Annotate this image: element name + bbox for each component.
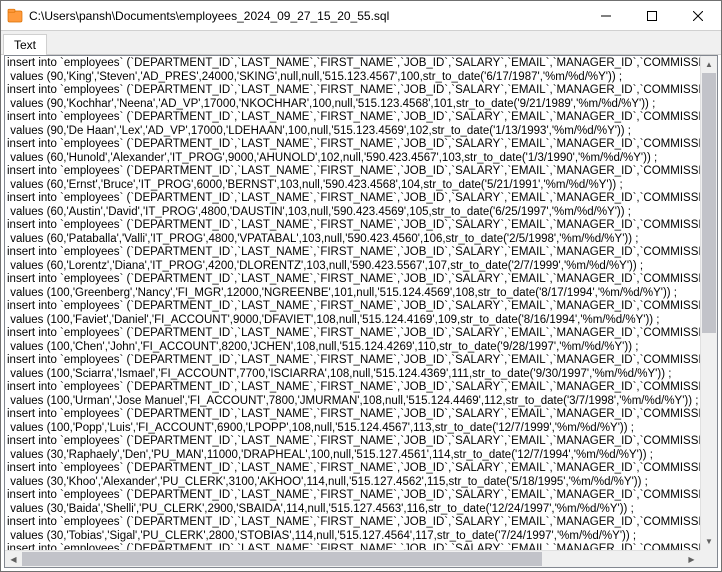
text-line[interactable]: insert into `employees` (`DEPARTMENT_ID`… [7,219,715,233]
text-line[interactable]: values (30,'Raphaely','Den','PU_MAN',110… [7,449,715,463]
text-line[interactable]: insert into `employees` (`DEPARTMENT_ID`… [7,435,715,449]
window-title: C:\Users\pansh\Documents\employees_2024_… [29,9,583,23]
text-line[interactable]: insert into `employees` (`DEPARTMENT_ID`… [7,516,715,530]
text-line[interactable]: values (100,'Urman','Jose Manuel','FI_AC… [7,395,715,409]
horizontal-scroll-thumb[interactable] [22,552,542,566]
text-line[interactable]: insert into `employees` (`DEPARTMENT_ID`… [7,165,715,179]
text-line[interactable]: insert into `employees` (`DEPARTMENT_ID`… [7,381,715,395]
text-line[interactable]: insert into `employees` (`DEPARTMENT_ID`… [7,84,715,98]
vertical-scrollbar[interactable]: ▲ ▼ [700,56,717,550]
vertical-scroll-thumb[interactable] [702,73,716,333]
text-line[interactable]: insert into `employees` (`DEPARTMENT_ID`… [7,354,715,368]
text-line[interactable]: values (60,'Pataballa','Valli','IT_PROG'… [7,233,715,247]
scroll-down-arrow-icon[interactable]: ▼ [701,533,717,550]
text-line[interactable]: values (90,'De Haan','Lex','AD_VP',17000… [7,125,715,139]
horizontal-scrollbar[interactable]: ◀ ▶ [5,550,700,567]
text-line[interactable]: insert into `employees` (`DEPARTMENT_ID`… [7,246,715,260]
text-line[interactable]: insert into `employees` (`DEPARTMENT_ID`… [7,300,715,314]
text-line[interactable]: insert into `employees` (`DEPARTMENT_ID`… [7,273,715,287]
close-button[interactable] [675,1,721,30]
text-line[interactable]: values (60,'Hunold','Alexander','IT_PROG… [7,152,715,166]
minimize-button[interactable] [583,1,629,30]
text-line[interactable]: values (100,'Popp','Luis','FI_ACCOUNT',6… [7,422,715,436]
text-line[interactable]: insert into `employees` (`DEPARTMENT_ID`… [7,192,715,206]
app-icon [7,8,23,24]
maximize-button[interactable] [629,1,675,30]
text-line[interactable]: insert into `employees` (`DEPARTMENT_ID`… [7,111,715,125]
text-line[interactable]: values (60,'Austin','David','IT_PROG',48… [7,206,715,220]
text-line[interactable]: values (30,'Khoo','Alexander','PU_CLERK'… [7,476,715,490]
scrollbar-corner [700,550,717,567]
tab-text[interactable]: Text [3,34,47,55]
text-line[interactable]: values (30,'Baida','Shelli','PU_CLERK',2… [7,503,715,517]
text-line[interactable]: values (90,'Kochhar','Neena','AD_VP',170… [7,98,715,112]
content-area: insert into `employees` (`DEPARTMENT_ID`… [4,55,718,568]
scroll-up-arrow-icon[interactable]: ▲ [701,56,717,73]
text-line[interactable]: values (30,'Tobias','Sigal','PU_CLERK',2… [7,530,715,544]
scroll-left-arrow-icon[interactable]: ◀ [5,551,22,567]
text-content[interactable]: insert into `employees` (`DEPARTMENT_ID`… [5,56,717,550]
title-bar[interactable]: C:\Users\pansh\Documents\employees_2024_… [1,1,721,31]
text-line[interactable]: insert into `employees` (`DEPARTMENT_ID`… [7,57,715,71]
text-line[interactable]: insert into `employees` (`DEPARTMENT_ID`… [7,138,715,152]
text-line[interactable]: values (60,'Ernst','Bruce','IT_PROG',600… [7,179,715,193]
text-line[interactable]: insert into `employees` (`DEPARTMENT_ID`… [7,489,715,503]
text-line[interactable]: values (100,'Faviet','Daniel','FI_ACCOUN… [7,314,715,328]
text-line[interactable]: values (60,'Lorentz','Diana','IT_PROG',4… [7,260,715,274]
text-line[interactable]: values (100,'Greenberg','Nancy','FI_MGR'… [7,287,715,301]
text-line[interactable]: values (90,'King','Steven','AD_PRES',240… [7,71,715,85]
scroll-right-arrow-icon[interactable]: ▶ [683,551,700,567]
text-line[interactable]: values (100,'Sciarra','Ismael','FI_ACCOU… [7,368,715,382]
text-line[interactable]: values (100,'Chen','John','FI_ACCOUNT',8… [7,341,715,355]
text-line[interactable]: insert into `employees` (`DEPARTMENT_ID`… [7,462,715,476]
text-line[interactable]: insert into `employees` (`DEPARTMENT_ID`… [7,408,715,422]
text-line[interactable]: insert into `employees` (`DEPARTMENT_ID`… [7,543,715,550]
tab-bar: Text [1,31,721,55]
text-line[interactable]: insert into `employees` (`DEPARTMENT_ID`… [7,327,715,341]
